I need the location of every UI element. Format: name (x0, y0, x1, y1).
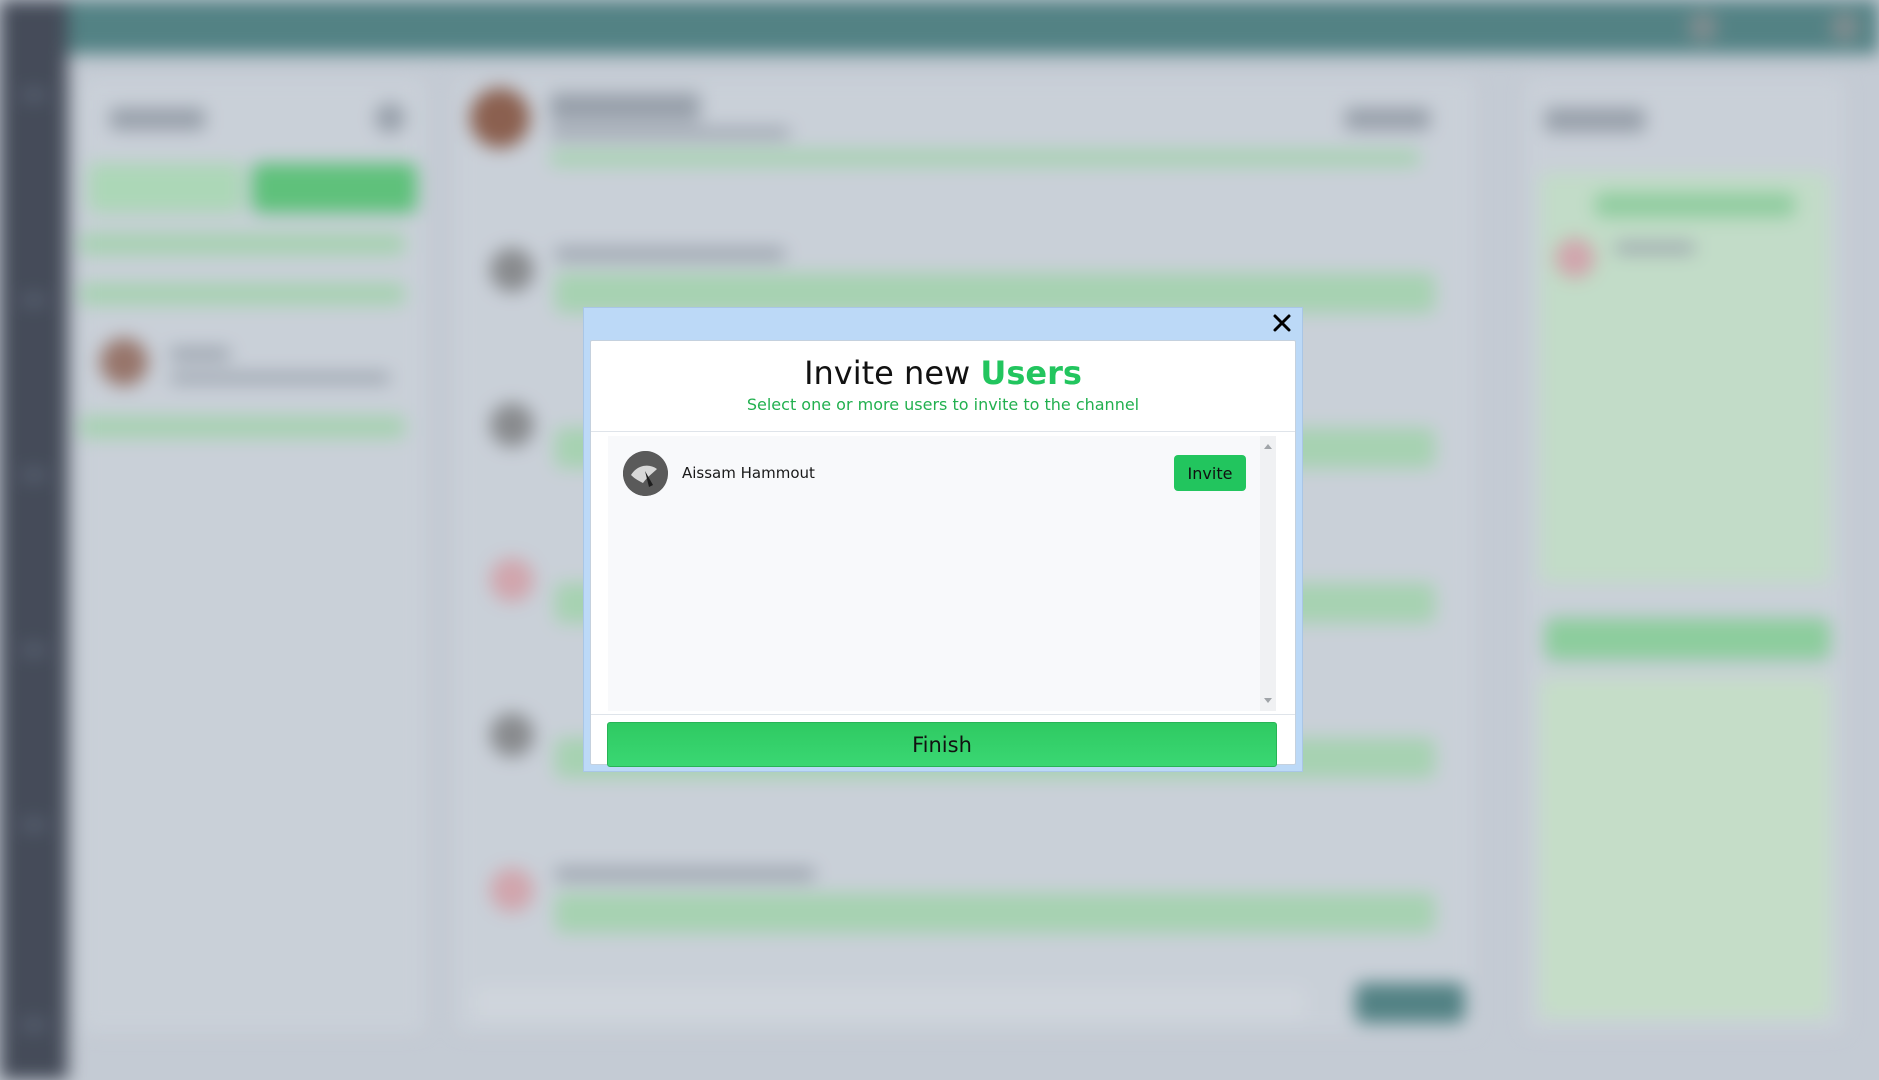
scroll-up-arrow-icon[interactable] (1264, 444, 1272, 449)
scroll-down-arrow-icon[interactable] (1264, 698, 1272, 703)
modal-subtitle: Select one or more users to invite to th… (746, 395, 1140, 414)
user-list-container[interactable]: Aissam Hammout Invite (608, 436, 1276, 711)
invite-users-modal: Invite new Users Select one or more user… (583, 307, 1303, 772)
user-list-scrollbar[interactable] (1260, 436, 1276, 711)
modal-header: Invite new Users Select one or more user… (591, 341, 1295, 432)
user-list: Aissam Hammout Invite (608, 436, 1260, 711)
finish-button[interactable]: Finish (607, 722, 1277, 767)
user-list-item: Aissam Hammout Invite (608, 446, 1260, 502)
user-name: Aissam Hammout (682, 464, 815, 482)
invite-button[interactable]: Invite (1174, 455, 1246, 491)
modal-title-prefix: Invite new (804, 354, 971, 392)
modal-title-accent: Users (980, 354, 1082, 392)
modal-footer: Finish (591, 714, 1295, 767)
modal-title: Invite new Users (591, 341, 1295, 393)
modal-content: Invite new Users Select one or more user… (590, 340, 1296, 767)
close-icon[interactable] (1270, 311, 1294, 335)
user-avatar (623, 451, 668, 496)
